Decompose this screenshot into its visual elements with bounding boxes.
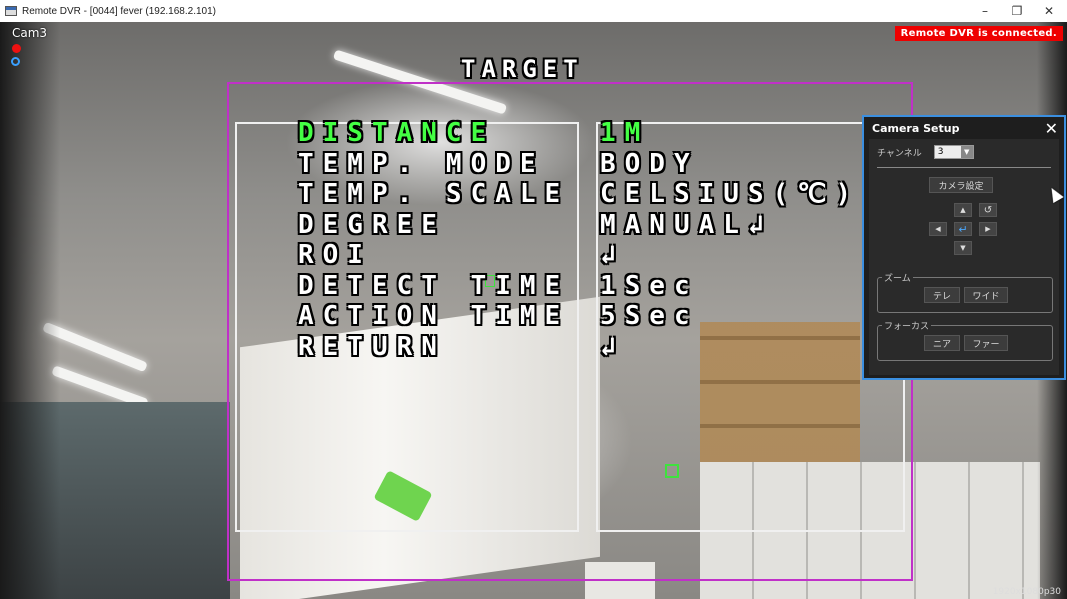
- app-icon: [5, 6, 17, 16]
- lens-vignette-left: [0, 22, 60, 599]
- resolution-label: 1920x1080p30: [992, 587, 1061, 597]
- osd-item-value: 1M: [600, 118, 650, 148]
- ptz-rotate-button[interactable]: ↺: [979, 203, 997, 217]
- zoom-group-label: ズーム: [882, 271, 913, 284]
- restore-button[interactable]: ❐: [1001, 0, 1033, 22]
- osd-item-value: ↲: [600, 331, 625, 362]
- channel-select[interactable]: 3 ▼: [933, 145, 974, 159]
- focus-group: フォーカス ニア ファー: [877, 319, 1053, 361]
- dialog-title: Camera Setup: [872, 121, 960, 135]
- channel-label: チャンネル: [877, 148, 922, 159]
- osd-item-value: BODY: [600, 148, 699, 179]
- focus-group-label: フォーカス: [882, 319, 932, 332]
- osd-item-label: ROI: [298, 240, 372, 270]
- ptz-right-button[interactable]: ▶: [979, 222, 997, 236]
- zoom-group: ズーム テレ ワイド: [877, 271, 1053, 313]
- osd-item-label: DETECT TIME: [298, 270, 570, 301]
- osd-item-value: 5Sec: [600, 301, 699, 331]
- osd-item-value: CELSIUS(℃): [600, 179, 861, 209]
- connection-status-badge: Remote DVR is connected.: [894, 26, 1063, 41]
- osd-item-label: ACTION TIME: [298, 301, 570, 331]
- ptz-up-button[interactable]: ▲: [954, 203, 972, 217]
- window-title: Remote DVR - [0044] fever (192.168.2.101…: [22, 5, 216, 17]
- ptz-left-button[interactable]: ◀: [929, 222, 947, 236]
- digital-zoom-icon[interactable]: [11, 57, 20, 66]
- close-window-button[interactable]: ✕: [1033, 0, 1065, 22]
- record-indicator-icon: [12, 44, 21, 53]
- camera-setup-dialog: Camera Setup ✕ チャンネル 3 ▼ カメラ設定 ▲ ↺ ◀ ↵ ▶…: [862, 115, 1066, 380]
- osd-item-label: TEMP. MODE: [298, 148, 545, 179]
- osd-item-value: ↲: [600, 240, 625, 270]
- target-marker: [665, 464, 679, 478]
- ptz-enter-button[interactable]: ↵: [954, 222, 972, 236]
- zoom-wide-button[interactable]: ワイド: [964, 287, 1008, 303]
- camera-label: Cam3: [12, 26, 48, 40]
- osd-item-label: DEGREE: [298, 209, 446, 240]
- osd-item-value: MANUAL↲: [600, 209, 773, 240]
- osd-menu-title: TARGET: [461, 55, 584, 83]
- chevron-down-icon: ▼: [960, 146, 973, 158]
- osd-item-label: DISTANCE: [298, 118, 496, 148]
- osd-item-label: RETURN: [298, 331, 446, 362]
- channel-value: 3: [937, 147, 944, 157]
- dialog-close-button[interactable]: ✕: [1045, 119, 1058, 138]
- camera-settings-button[interactable]: カメラ設定: [929, 177, 993, 193]
- osd-item-value: 1Sec: [600, 270, 699, 301]
- focus-near-button[interactable]: ニア: [924, 335, 960, 351]
- focus-far-button[interactable]: ファー: [964, 335, 1008, 351]
- window-titlebar: Remote DVR - [0044] fever (192.168.2.101…: [0, 0, 1067, 22]
- ptz-down-button[interactable]: ▼: [954, 241, 972, 255]
- divider: [877, 167, 1051, 168]
- zoom-tele-button[interactable]: テレ: [924, 287, 960, 303]
- minimize-button[interactable]: –: [969, 0, 1001, 22]
- osd-item-label: TEMP. SCALE: [298, 179, 570, 209]
